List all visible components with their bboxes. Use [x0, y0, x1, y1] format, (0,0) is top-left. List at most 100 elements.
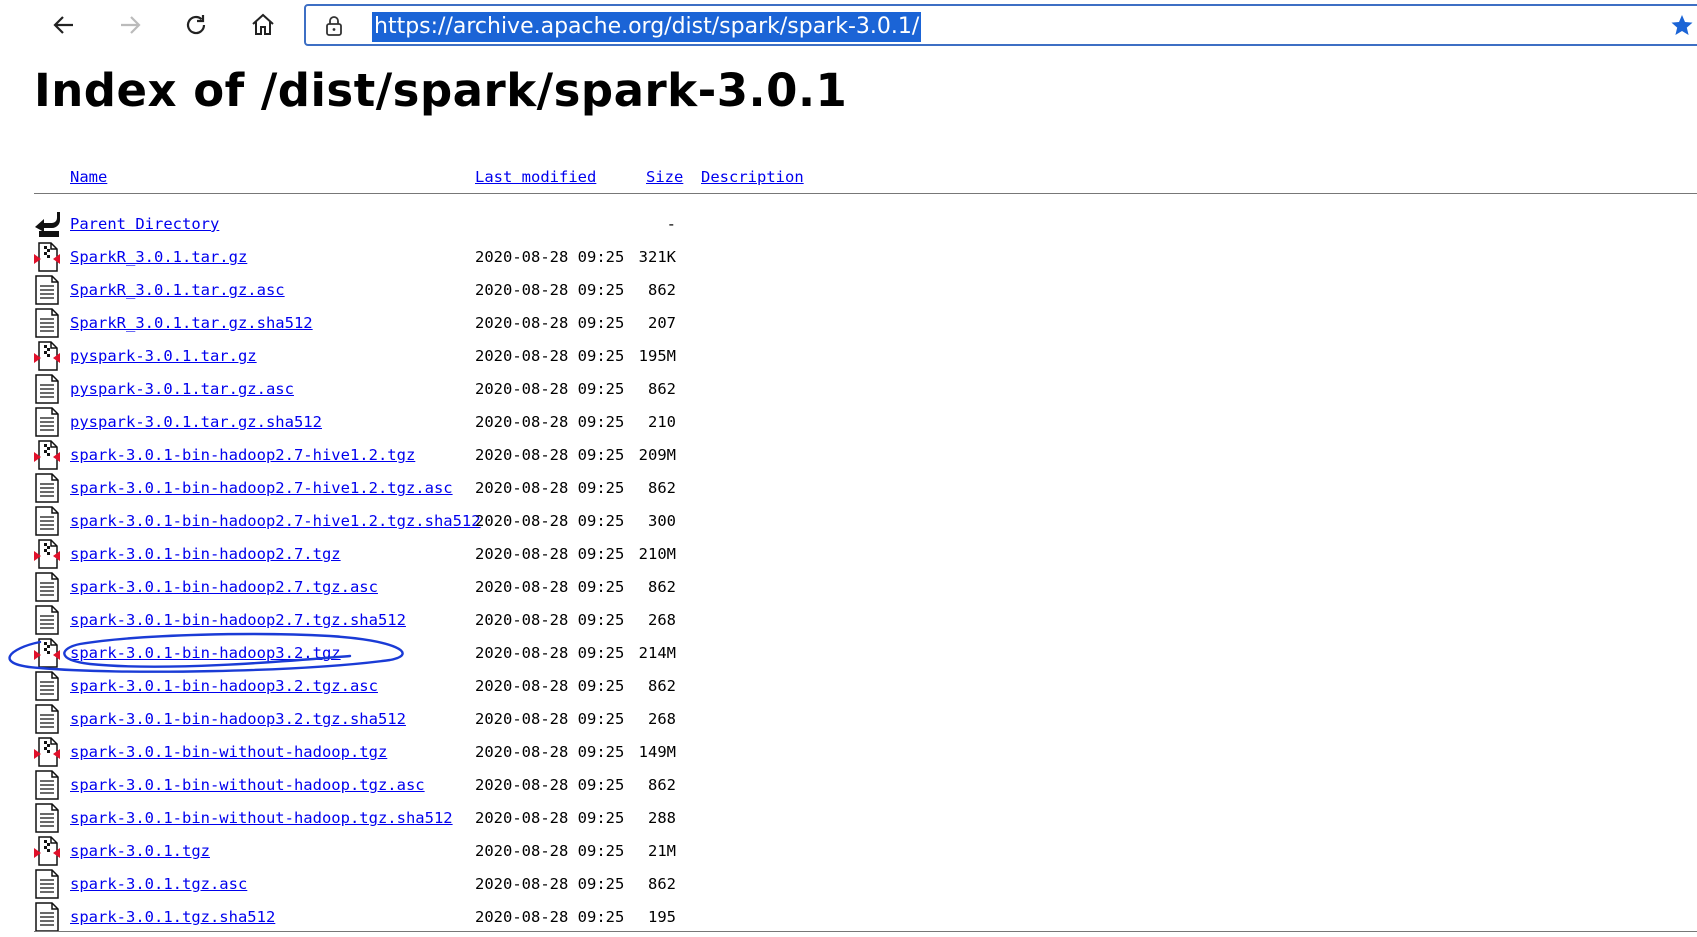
file-size: 210: [648, 413, 676, 431]
file-row: spark-3.0.1-bin-hadoop2.7.tgz.sha512 2020…: [0, 603, 800, 636]
parent-directory-row: Parent Directory -: [0, 207, 800, 240]
reload-icon[interactable]: [176, 5, 216, 45]
file-link[interactable]: spark-3.0.1-bin-hadoop3.2.tgz.sha512: [70, 710, 406, 728]
forward-arrow-icon[interactable]: [110, 5, 150, 45]
text-file-icon: [33, 869, 61, 899]
file-link[interactable]: spark-3.0.1-bin-hadoop2.7-hive1.2.tgz: [70, 446, 415, 464]
column-header-last-modified[interactable]: Last modified: [475, 168, 596, 186]
file-size: 21M: [648, 842, 676, 860]
file-size: 288: [648, 809, 676, 827]
file-link[interactable]: pyspark-3.0.1.tar.gz.asc: [70, 380, 294, 398]
back-arrow-icon[interactable]: [44, 5, 84, 45]
text-file-icon: [33, 275, 61, 305]
file-row: SparkR_3.0.1.tar.gz.sha512 2020-08-28 09:…: [0, 306, 800, 339]
file-size: 862: [648, 479, 676, 497]
file-link[interactable]: spark-3.0.1-bin-without-hadoop.tgz: [70, 743, 387, 761]
column-header-name[interactable]: Name: [70, 168, 107, 186]
back-icon: [33, 209, 61, 239]
file-row: spark-3.0.1-bin-without-hadoop.tgz.asc 20…: [0, 768, 800, 801]
file-link[interactable]: spark-3.0.1-bin-without-hadoop.tgz.asc: [70, 776, 425, 794]
file-row: spark-3.0.1-bin-hadoop2.7-hive1.2.tgz.sh…: [0, 504, 800, 537]
file-size: 300: [648, 512, 676, 530]
file-size: 195: [648, 908, 676, 926]
text-file-icon: [33, 374, 61, 404]
page-title: Index of /dist/spark/spark-3.0.1: [34, 64, 848, 117]
file-size: 214M: [638, 644, 676, 662]
address-bar[interactable]: https://archive.apache.org/dist/spark/sp…: [304, 4, 1697, 46]
archive-icon: [33, 341, 61, 371]
file-link[interactable]: spark-3.0.1.tgz.asc: [70, 875, 247, 893]
file-row: pyspark-3.0.1.tar.gz 2020-08-28 09:25 195M: [0, 339, 800, 372]
star-icon[interactable]: [1670, 13, 1694, 42]
file-size: 862: [648, 776, 676, 794]
file-size: 321K: [638, 248, 676, 266]
file-row: spark-3.0.1-bin-hadoop2.7-hive1.2.tgz.as…: [0, 471, 800, 504]
lock-icon[interactable]: [324, 15, 344, 42]
file-link[interactable]: spark-3.0.1-bin-hadoop2.7-hive1.2.tgz.sh…: [70, 512, 481, 530]
archive-icon: [33, 242, 61, 272]
file-row: spark-3.0.1-bin-without-hadoop.tgz.sha51…: [0, 801, 800, 834]
file-row: spark-3.0.1-bin-hadoop2.7.tgz.asc 2020-08…: [0, 570, 800, 603]
archive-icon: [33, 638, 61, 668]
file-link[interactable]: spark-3.0.1-bin-hadoop2.7-hive1.2.tgz.as…: [70, 479, 453, 497]
text-file-icon: [33, 308, 61, 338]
archive-icon: [33, 539, 61, 569]
file-size: 862: [648, 578, 676, 596]
column-header-description[interactable]: Description: [701, 168, 804, 186]
file-link[interactable]: spark-3.0.1-bin-hadoop3.2.tgz: [70, 644, 341, 662]
text-file-icon: [33, 704, 61, 734]
file-link[interactable]: spark-3.0.1.tgz: [70, 842, 210, 860]
file-link[interactable]: spark-3.0.1-bin-hadoop2.7.tgz: [70, 545, 341, 563]
text-file-icon: [33, 572, 61, 602]
file-row: spark-3.0.1.tgz.asc 2020-08-28 09:25 862: [0, 867, 800, 900]
file-row: spark-3.0.1-bin-without-hadoop.tgz 2020-0…: [0, 735, 800, 768]
file-link[interactable]: spark-3.0.1-bin-without-hadoop.tgz.sha51…: [70, 809, 453, 827]
file-size: 149M: [638, 743, 676, 761]
file-size: 862: [648, 875, 676, 893]
file-row: spark-3.0.1-bin-hadoop3.2.tgz.asc 2020-08…: [0, 669, 800, 702]
file-size: 268: [648, 710, 676, 728]
file-size: 862: [648, 677, 676, 695]
file-link[interactable]: SparkR_3.0.1.tar.gz.asc: [70, 281, 285, 299]
file-link[interactable]: pyspark-3.0.1.tar.gz.sha512: [70, 413, 322, 431]
file-size: 268: [648, 611, 676, 629]
file-link[interactable]: SparkR_3.0.1.tar.gz: [70, 248, 247, 266]
file-link[interactable]: pyspark-3.0.1.tar.gz: [70, 347, 257, 365]
text-file-icon: [33, 671, 61, 701]
file-link[interactable]: spark-3.0.1-bin-hadoop2.7.tgz.asc: [70, 578, 378, 596]
file-link[interactable]: spark-3.0.1-bin-hadoop3.2.tgz.asc: [70, 677, 378, 695]
file-size: 210M: [638, 545, 676, 563]
file-row: spark-3.0.1-bin-hadoop2.7-hive1.2.tgz 202…: [0, 438, 800, 471]
home-icon[interactable]: [243, 5, 283, 45]
text-file-icon: [33, 473, 61, 503]
archive-icon: [33, 836, 61, 866]
file-row: spark-3.0.1.tgz 2020-08-28 09:25 21M: [0, 834, 800, 867]
file-row: pyspark-3.0.1.tar.gz.asc 2020-08-28 09:25…: [0, 372, 800, 405]
file-link[interactable]: spark-3.0.1.tgz.sha512: [70, 908, 275, 926]
file-row: SparkR_3.0.1.tar.gz 2020-08-28 09:25 321K: [0, 240, 800, 273]
browser-toolbar: https://archive.apache.org/dist/spark/sp…: [0, 0, 1697, 50]
file-link[interactable]: spark-3.0.1-bin-hadoop2.7.tgz.sha512: [70, 611, 406, 629]
file-size: 209M: [638, 446, 676, 464]
file-row: spark-3.0.1-bin-hadoop3.2.tgz 2020-08-28 …: [0, 636, 800, 669]
file-link[interactable]: SparkR_3.0.1.tar.gz.sha512: [70, 314, 313, 332]
url-text[interactable]: https://archive.apache.org/dist/spark/sp…: [372, 12, 922, 42]
file-row: spark-3.0.1.tgz.sha512 2020-08-28 09:25 19…: [0, 900, 800, 933]
parent-directory-size: -: [666, 215, 676, 233]
text-file-icon: [33, 902, 61, 932]
file-size: 207: [648, 314, 676, 332]
footer-divider: [34, 931, 1697, 932]
archive-icon: [33, 440, 61, 470]
column-header-size[interactable]: Size: [646, 168, 683, 186]
text-file-icon: [33, 605, 61, 635]
text-file-icon: [33, 407, 61, 437]
file-size: 195M: [638, 347, 676, 365]
text-file-icon: [33, 770, 61, 800]
file-row: pyspark-3.0.1.tar.gz.sha512 2020-08-28 09…: [0, 405, 800, 438]
parent-directory-link[interactable]: Parent Directory: [70, 215, 219, 233]
file-size: 862: [648, 281, 676, 299]
text-file-icon: [33, 506, 61, 536]
archive-icon: [33, 737, 61, 767]
file-row: SparkR_3.0.1.tar.gz.asc 2020-08-28 09:25 8…: [0, 273, 800, 306]
file-row: spark-3.0.1-bin-hadoop2.7.tgz 2020-08-28 …: [0, 537, 800, 570]
